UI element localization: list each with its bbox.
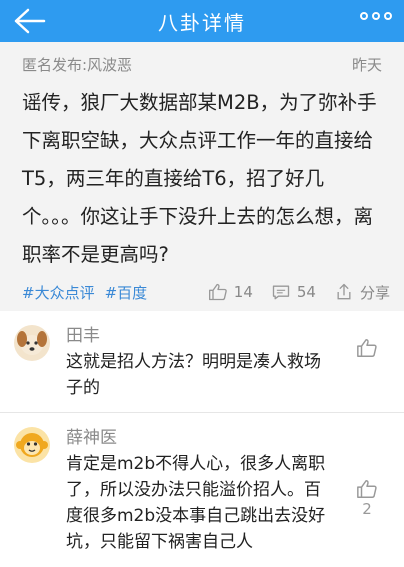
comment-text: 肯定是m2b不得人心，很多人离职了，所以没办法只能溢价招人。百度很多m2b没本事… — [66, 454, 326, 552]
comment-like-button[interactable] — [356, 337, 378, 359]
thumbs-up-icon — [357, 480, 377, 498]
post-meta: 匿名发布:风波恶 昨天 — [22, 52, 382, 76]
thumbs-up-icon — [208, 283, 227, 301]
page-title: 八卦详情 — [158, 10, 246, 35]
like-count: 14 — [233, 283, 253, 301]
comment-text: 这就是招人方法？明明是凑人救场子的 — [66, 352, 321, 398]
back-arrow-icon[interactable] — [12, 7, 48, 35]
more-dots-icon[interactable] — [360, 12, 392, 20]
comment-count: 54 — [296, 283, 316, 301]
comment-item: 薛神医 肯定是m2b不得人心，很多人离职了，所以没办法只能溢价招人。百度很多m2… — [0, 413, 404, 567]
share-label: 分享 — [359, 283, 390, 302]
share-button[interactable]: 分享 — [334, 282, 390, 303]
tag-dianping[interactable]: #大众点评 — [22, 282, 95, 303]
top-bar: 八卦详情 — [0, 0, 404, 42]
post-card: 匿名发布:风波恶 昨天 谣传，狼厂大数据部某M2B，为了弥补手下离职空缺，大众点… — [0, 42, 404, 311]
comment-like-button[interactable]: 2 — [356, 478, 378, 518]
comment-like-count: 2 — [362, 500, 372, 518]
monkey-avatar-icon[interactable] — [14, 427, 50, 463]
post-content: 谣传，狼厂大数据部某M2B，为了弥补手下离职空缺，大众点评工作一年的直接给T5，… — [22, 91, 377, 266]
comment-author: 田丰 — [66, 326, 100, 346]
thumbs-up-icon — [357, 339, 377, 357]
share-icon — [337, 283, 351, 300]
post-author: 匿名发布:风波恶 — [22, 55, 133, 74]
like-button[interactable]: 14 — [208, 282, 253, 302]
dog-avatar-icon[interactable] — [14, 325, 50, 361]
comment-author: 薛神医 — [66, 428, 117, 448]
comment-item: 田丰 这就是招人方法？明明是凑人救场子的 — [0, 311, 404, 413]
tag-baidu[interactable]: #百度 — [105, 282, 148, 303]
comment-button[interactable]: 54 — [271, 282, 316, 302]
post-time: 昨天 — [351, 55, 382, 74]
post-footer: #大众点评 #百度 14 54 分享 — [22, 278, 390, 306]
comment-icon — [272, 285, 290, 300]
post-actions: 14 54 分享 — [196, 282, 390, 303]
